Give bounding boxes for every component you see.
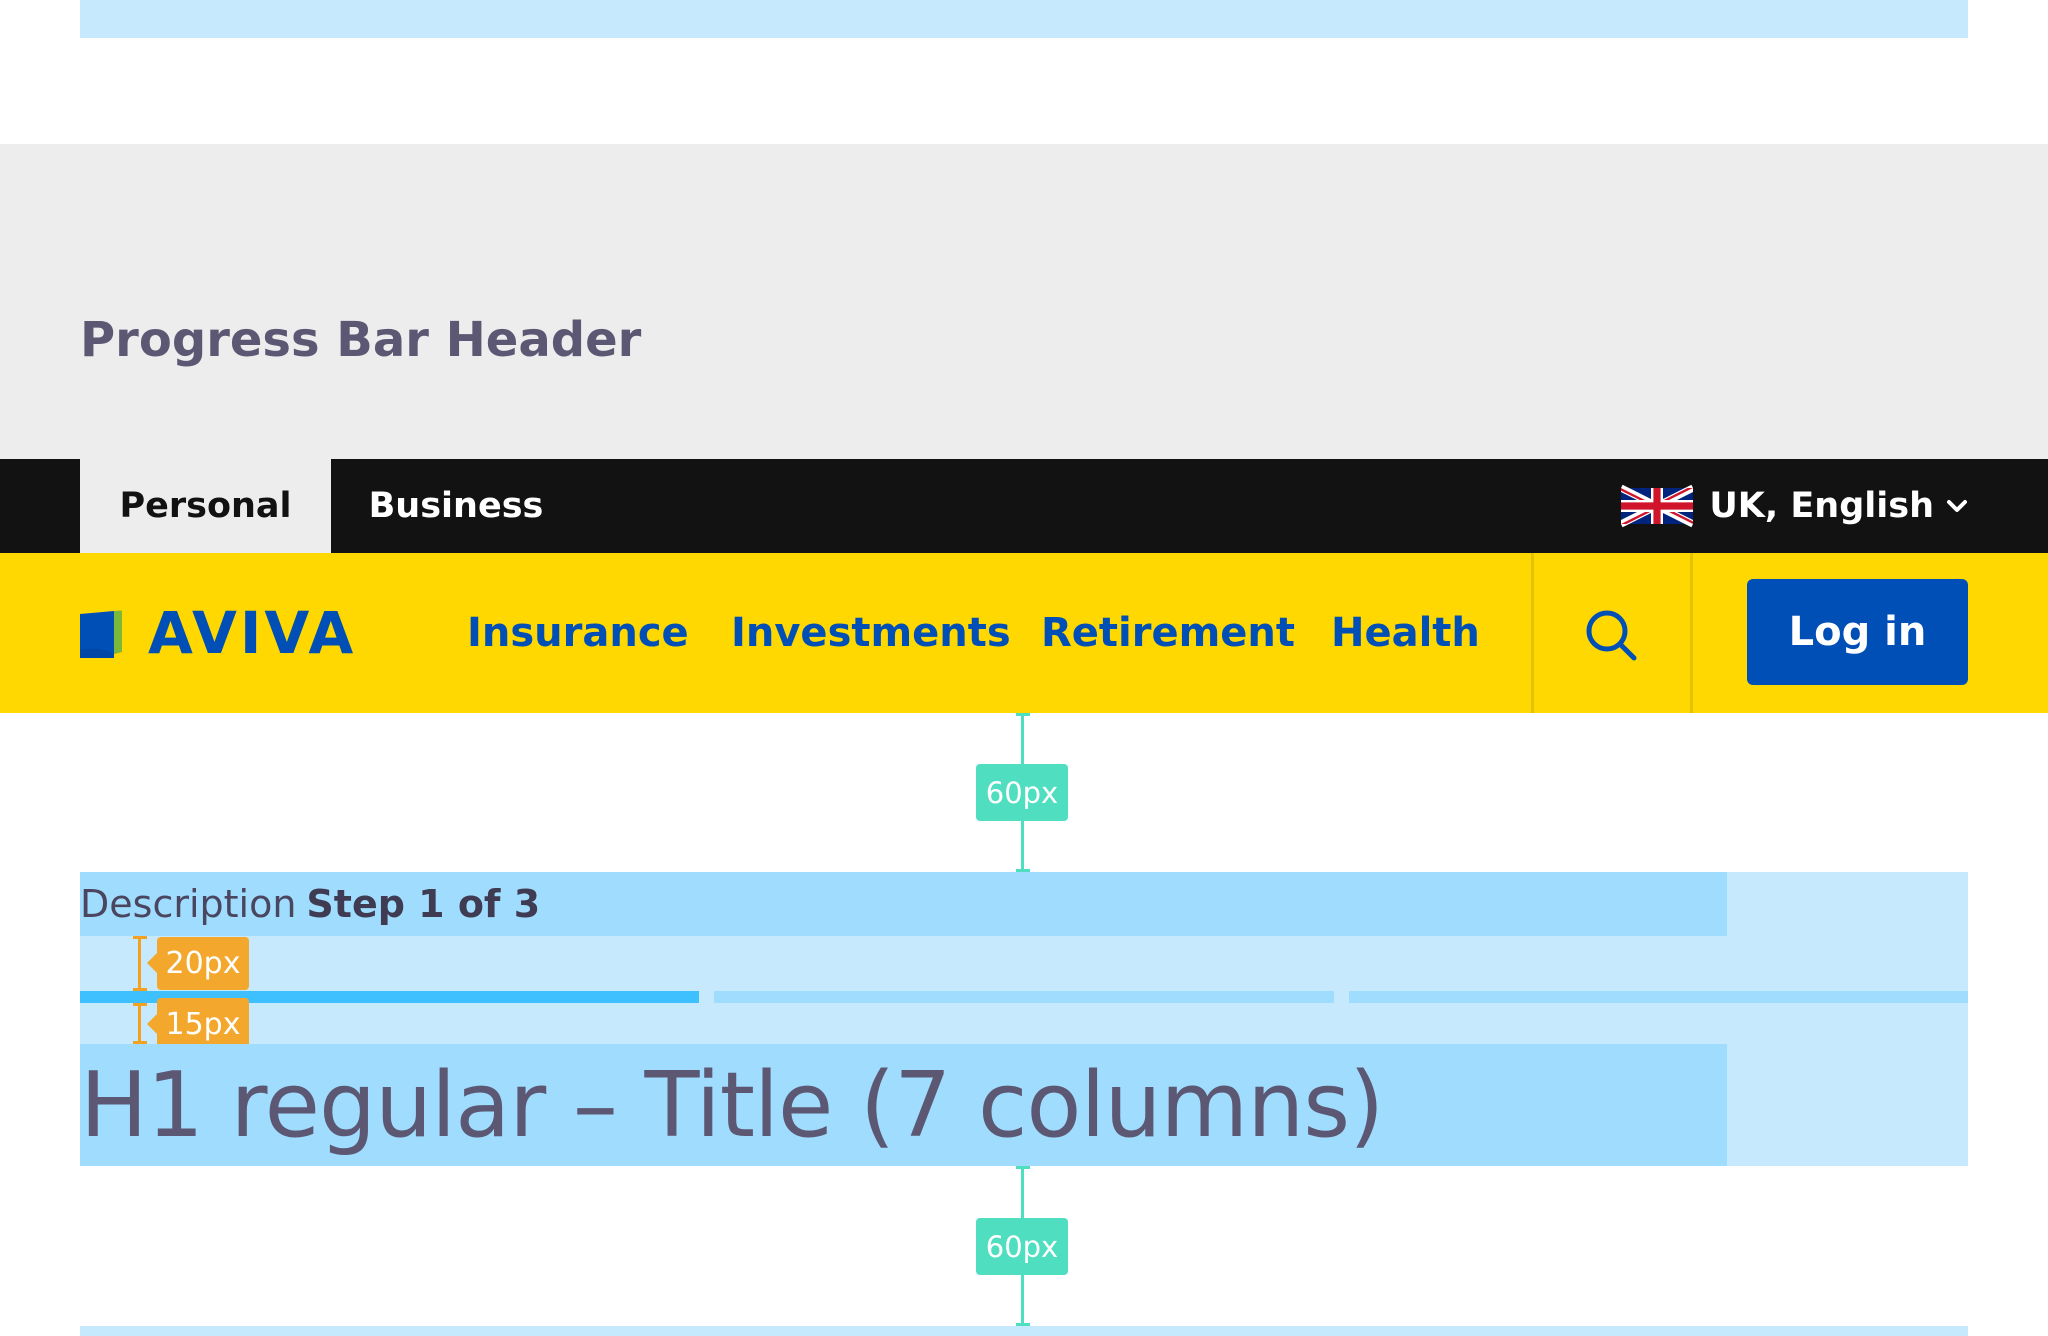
language-label: UK, English <box>1709 486 1934 526</box>
language-selector[interactable]: UK, English <box>1621 459 1968 553</box>
nav-item-investments[interactable]: Investments <box>731 553 1011 713</box>
section-header-band <box>0 144 2048 459</box>
spacing-annotation-badge: 60px <box>976 1218 1068 1275</box>
measure-line <box>138 1003 141 1044</box>
nav-item-insurance[interactable]: Insurance <box>467 553 689 713</box>
measure-annotation-badge: 20px <box>157 937 249 990</box>
progress-description: Description Step 1 of 3 <box>80 872 1727 936</box>
aviva-logo-mark-icon <box>80 609 134 658</box>
login-button[interactable]: Log in <box>1747 579 1968 685</box>
layout-guide-strip <box>80 0 1968 38</box>
page-title: H1 regular – Title (7 columns) <box>80 1044 1727 1166</box>
chevron-down-icon <box>1947 500 1967 512</box>
progress-segment <box>714 991 1334 1003</box>
section-title: Progress Bar Header <box>80 312 642 368</box>
logo-wordmark: AVIVA <box>148 599 357 667</box>
nav-divider <box>1531 553 1534 713</box>
tab-business[interactable]: Business <box>331 459 581 553</box>
nav-item-health[interactable]: Health <box>1331 553 1480 713</box>
progress-segment <box>1349 991 1968 1003</box>
step-indicator: Step 1 of 3 <box>306 882 541 926</box>
description-label: Description <box>80 882 297 926</box>
utility-bar: Personal Business UK, English <box>0 459 2048 553</box>
tab-personal[interactable]: Personal <box>80 459 331 553</box>
spacing-annotation-badge: 60px <box>976 764 1068 821</box>
search-icon <box>1586 610 1637 661</box>
uk-flag-icon <box>1621 484 1694 528</box>
nav-item-retirement[interactable]: Retirement <box>1041 553 1295 713</box>
nav-divider <box>1690 553 1693 713</box>
measure-line <box>138 936 141 991</box>
measure-pointer <box>147 1014 157 1034</box>
page: Progress Bar Header Personal Business UK… <box>0 0 2048 1336</box>
measure-pointer <box>147 953 157 973</box>
aviva-logo[interactable]: AVIVA <box>80 604 372 662</box>
search-button[interactable] <box>1580 604 1644 668</box>
measure-cap <box>133 988 147 991</box>
layout-guide-strip <box>80 1326 1968 1336</box>
